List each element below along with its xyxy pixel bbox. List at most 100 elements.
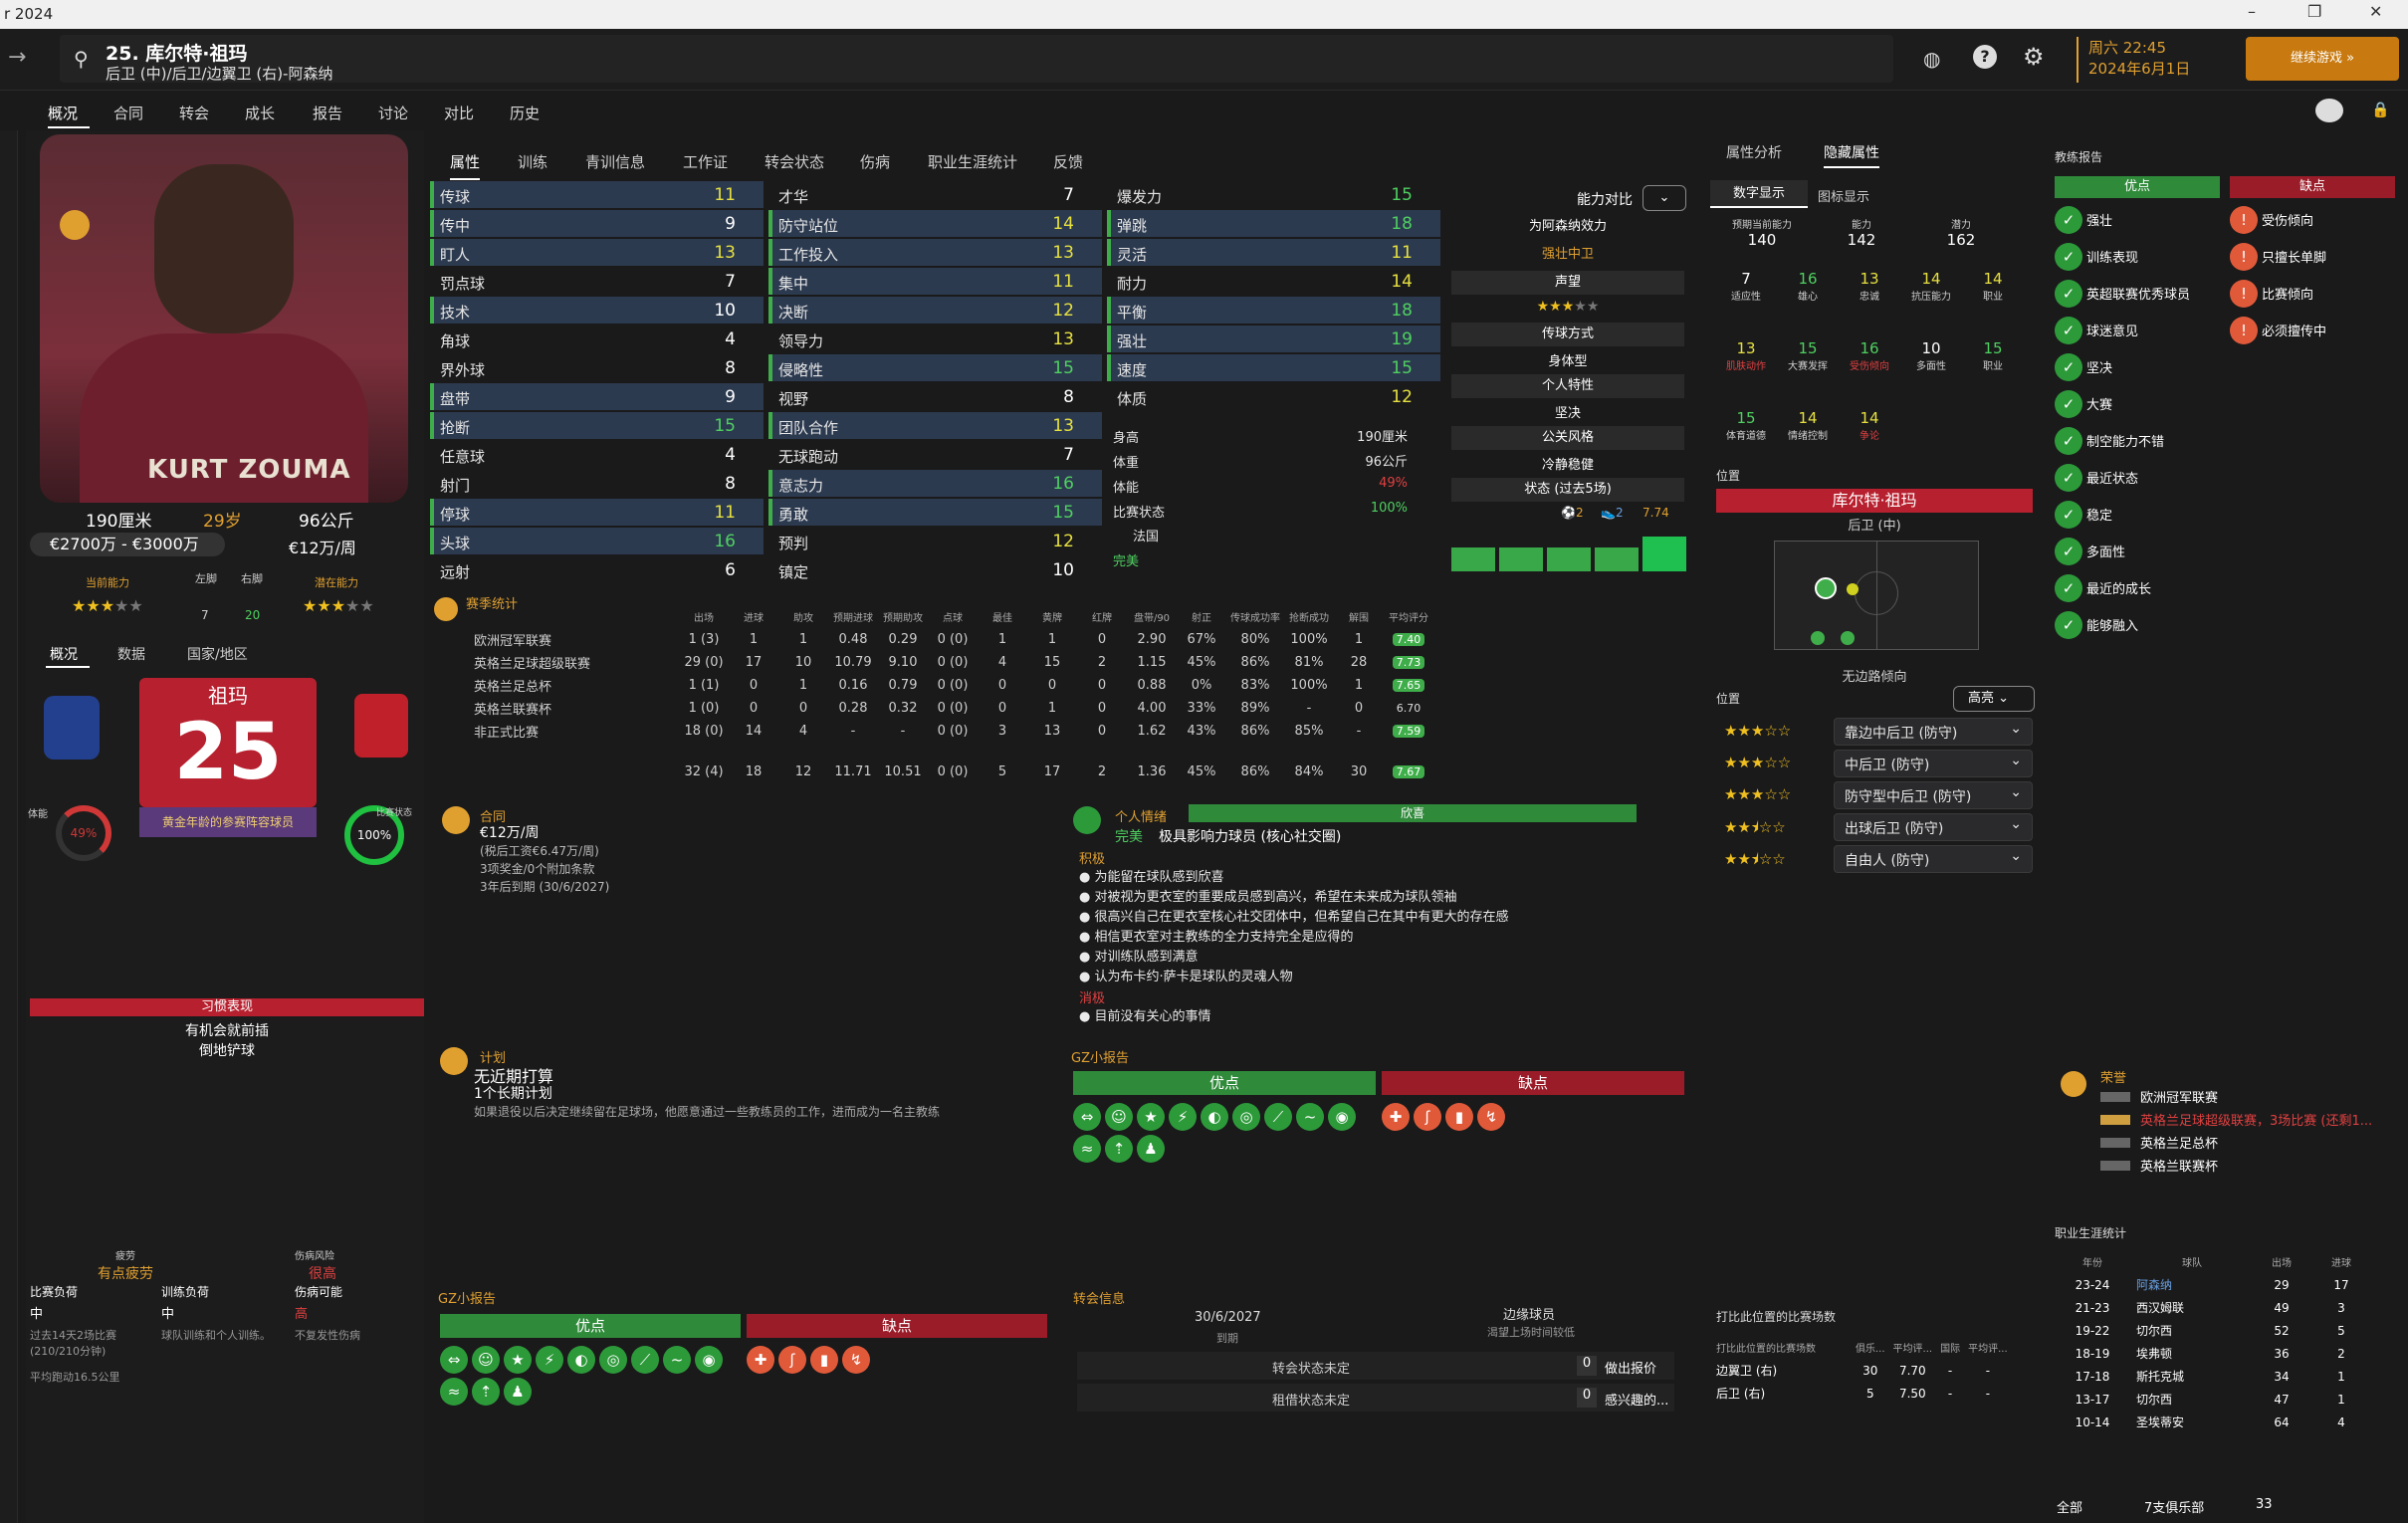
highlight-dropdown[interactable]: 高亮 ⌄ (1953, 686, 2035, 712)
career-row[interactable]: 13-17 切尔西 47 1 (2053, 1388, 2371, 1411)
globe-icon[interactable]: ◍ (1923, 47, 1940, 71)
phys-attr-row[interactable]: 弹跳 18 (1107, 210, 1440, 237)
offer-label[interactable]: 做出报价 (1605, 1358, 1656, 1377)
tech-attr-row[interactable]: 头球 16 (430, 528, 764, 554)
tab-feedback[interactable]: 反馈 (1053, 151, 1083, 172)
tab-injury[interactable]: 伤病 (860, 151, 890, 172)
role-select[interactable]: 中后卫 (防守) ⌄ (1834, 750, 2033, 777)
versatile-icon[interactable]: ≈ (1073, 1135, 1101, 1163)
boot-icon[interactable]: ⟋ (1264, 1103, 1292, 1131)
nav-overview[interactable]: 概况 (48, 103, 78, 123)
versatile-icon[interactable]: ≈ (440, 1378, 468, 1406)
tech-attr-row[interactable]: 任意球 4 (430, 441, 764, 468)
team-icon[interactable]: ♟ (504, 1378, 532, 1406)
tab-hidden-attrs[interactable]: 隐藏属性 (1824, 142, 1879, 168)
tech-attr-row[interactable]: 传中 9 (430, 210, 764, 237)
tab-youth[interactable]: 青训信息 (585, 151, 645, 172)
season-row[interactable]: 英格兰足总杯 1 (1) 0 1 0.16 0.79 0 (0) 0 0 0 0.88 0% 83% 10… (470, 674, 1433, 697)
tab-profile-nation[interactable]: 国家/地区 (187, 644, 248, 664)
mental-attr-row[interactable]: 镇定 10 (768, 556, 1102, 583)
tab-profile-data[interactable]: 数据 (117, 644, 145, 664)
tab-workpermit[interactable]: 工作证 (683, 151, 728, 172)
role-select[interactable]: 出球后卫 (防守) ⌄ (1834, 813, 2033, 841)
strength-icon[interactable]: ⇔ (440, 1346, 468, 1374)
team-icon[interactable]: ♟ (1137, 1135, 1165, 1163)
phys-attr-row[interactable]: 强壮 19 (1107, 326, 1440, 352)
mental-attr-row[interactable]: 领导力 13 (768, 326, 1102, 352)
tech-attr-row[interactable]: 停球 11 (430, 499, 764, 526)
tech-attr-row[interactable]: 盘带 9 (430, 383, 764, 410)
mental-attr-row[interactable]: 无球跑动 7 (768, 441, 1102, 468)
strength-icon[interactable]: ⇔ (1073, 1103, 1101, 1131)
cross-icon[interactable]: ↯ (1477, 1103, 1505, 1131)
mental-attr-row[interactable]: 防守站位 14 (768, 210, 1102, 237)
growth-icon[interactable]: ⇡ (472, 1378, 500, 1406)
career-row[interactable]: 23-24 阿森纳 29 17 (2053, 1273, 2371, 1296)
role-row[interactable]: ★★★☆☆ 中后卫 (防守) ⌄ (1716, 750, 2033, 777)
mental-attr-row[interactable]: 预判 12 (768, 528, 1102, 554)
nav-compare[interactable]: 对比 (444, 103, 474, 123)
growth-icon[interactable]: ⇡ (1105, 1135, 1133, 1163)
nav-contract[interactable]: 合同 (113, 103, 143, 123)
role-select[interactable]: 自由人 (防守) ⌄ (1834, 845, 2033, 873)
gz-report-title-2[interactable]: GZ小报告 (438, 1288, 496, 1307)
tab-profile-overview[interactable]: 概况 (50, 644, 78, 664)
ball-icon[interactable]: ◎ (599, 1346, 627, 1374)
phys-attr-row[interactable]: 耐力 14 (1107, 268, 1440, 295)
season-row[interactable]: 英格兰联赛杯 1 (0) 0 0 0.28 0.32 0 (0) 0 1 0 4.00 33% 89% -… (470, 697, 1433, 720)
role-row[interactable]: ★★★☆☆ 靠边中后卫 (防守) ⌄ (1716, 718, 2033, 746)
star-icon[interactable]: ★ (504, 1346, 532, 1374)
nav-transfer[interactable]: 转会 (179, 103, 209, 123)
role-select[interactable]: 防守型中后卫 (防守) ⌄ (1834, 781, 2033, 809)
foot-icon[interactable]: ʃ (778, 1346, 806, 1374)
help-icon[interactable]: ? (1973, 45, 1997, 69)
gear-icon[interactable]: ⚙ (2023, 43, 2045, 71)
lock-icon[interactable]: 🔒 (2371, 101, 2390, 118)
mental-attr-row[interactable]: 团队合作 13 (768, 412, 1102, 439)
tab-transfer-status[interactable]: 转会状态 (765, 151, 824, 172)
phys-attr-row[interactable]: 灵活 11 (1107, 239, 1440, 266)
trend-icon[interactable]: ~ (1296, 1103, 1324, 1131)
career-row[interactable]: 21-23 西汉姆联 49 3 (2053, 1296, 2371, 1319)
tech-attr-row[interactable]: 角球 4 (430, 326, 764, 352)
mental-attr-row[interactable]: 意志力 16 (768, 470, 1102, 497)
card-icon[interactable]: ▮ (810, 1346, 838, 1374)
role-row[interactable]: ★★⯨☆☆ 自由人 (防守) ⌄ (1716, 845, 2033, 873)
bolt-icon[interactable]: ⚡ (536, 1346, 563, 1374)
icon-display-tab[interactable]: 图标显示 (1818, 186, 1869, 205)
card-icon[interactable]: ▮ (1445, 1103, 1473, 1131)
mental-attr-row[interactable]: 侵略性 15 (768, 354, 1102, 381)
target-icon[interactable]: ◉ (1328, 1103, 1356, 1131)
phys-attr-row[interactable]: 爆发力 15 (1107, 181, 1440, 208)
mental-attr-row[interactable]: 视野 8 (768, 383, 1102, 410)
training-icon[interactable]: ☺ (472, 1346, 500, 1374)
star-icon[interactable]: ★ (1137, 1103, 1165, 1131)
career-row[interactable]: 17-18 斯托克城 34 1 (2053, 1365, 2371, 1388)
phys-attr-row[interactable]: 平衡 18 (1107, 297, 1440, 324)
training-icon[interactable]: ☺ (1105, 1103, 1133, 1131)
shield-icon[interactable]: ◐ (1201, 1103, 1228, 1131)
transfer-title[interactable]: 转会信息 (1073, 1288, 1125, 1307)
mental-attr-row[interactable]: 决断 12 (768, 297, 1102, 324)
tech-attr-row[interactable]: 盯人 13 (430, 239, 764, 266)
tech-attr-row[interactable]: 技术 10 (430, 297, 764, 324)
tab-career-stats[interactable]: 职业生涯统计 (928, 151, 1017, 172)
position-roles-title[interactable]: 位置 (1716, 690, 1740, 707)
left-collapsed-sidebar[interactable] (0, 130, 18, 1523)
tab-attr-analysis[interactable]: 属性分析 (1726, 142, 1782, 162)
tab-attributes[interactable]: 属性 (450, 151, 481, 180)
compare-dropdown[interactable]: ⌄ (1642, 185, 1686, 211)
injury-cross-icon[interactable]: ✚ (1382, 1103, 1410, 1131)
tech-attr-row[interactable]: 抢断 15 (430, 412, 764, 439)
role-row[interactable]: ★★⯨☆☆ 出球后卫 (防守) ⌄ (1716, 813, 2033, 841)
cross-icon[interactable]: ↯ (842, 1346, 870, 1374)
nav-discuss[interactable]: 讨论 (378, 103, 408, 123)
numeric-display-tab[interactable]: 数字显示 (1710, 180, 1808, 208)
bolt-icon[interactable]: ⚡ (1169, 1103, 1197, 1131)
interest-label[interactable]: 感兴趣的... (1605, 1390, 1668, 1409)
avatar-icon[interactable] (2315, 99, 2343, 122)
career-row[interactable]: 19-22 切尔西 52 5 (2053, 1319, 2371, 1342)
forward-arrow-icon[interactable]: → (8, 45, 26, 70)
tech-attr-row[interactable]: 远射 6 (430, 556, 764, 583)
season-row[interactable]: 非正式比赛 18 (0) 14 4 - - 0 (0) 3 13 0 1.62 43% 86% 85% - 7… (470, 720, 1433, 743)
